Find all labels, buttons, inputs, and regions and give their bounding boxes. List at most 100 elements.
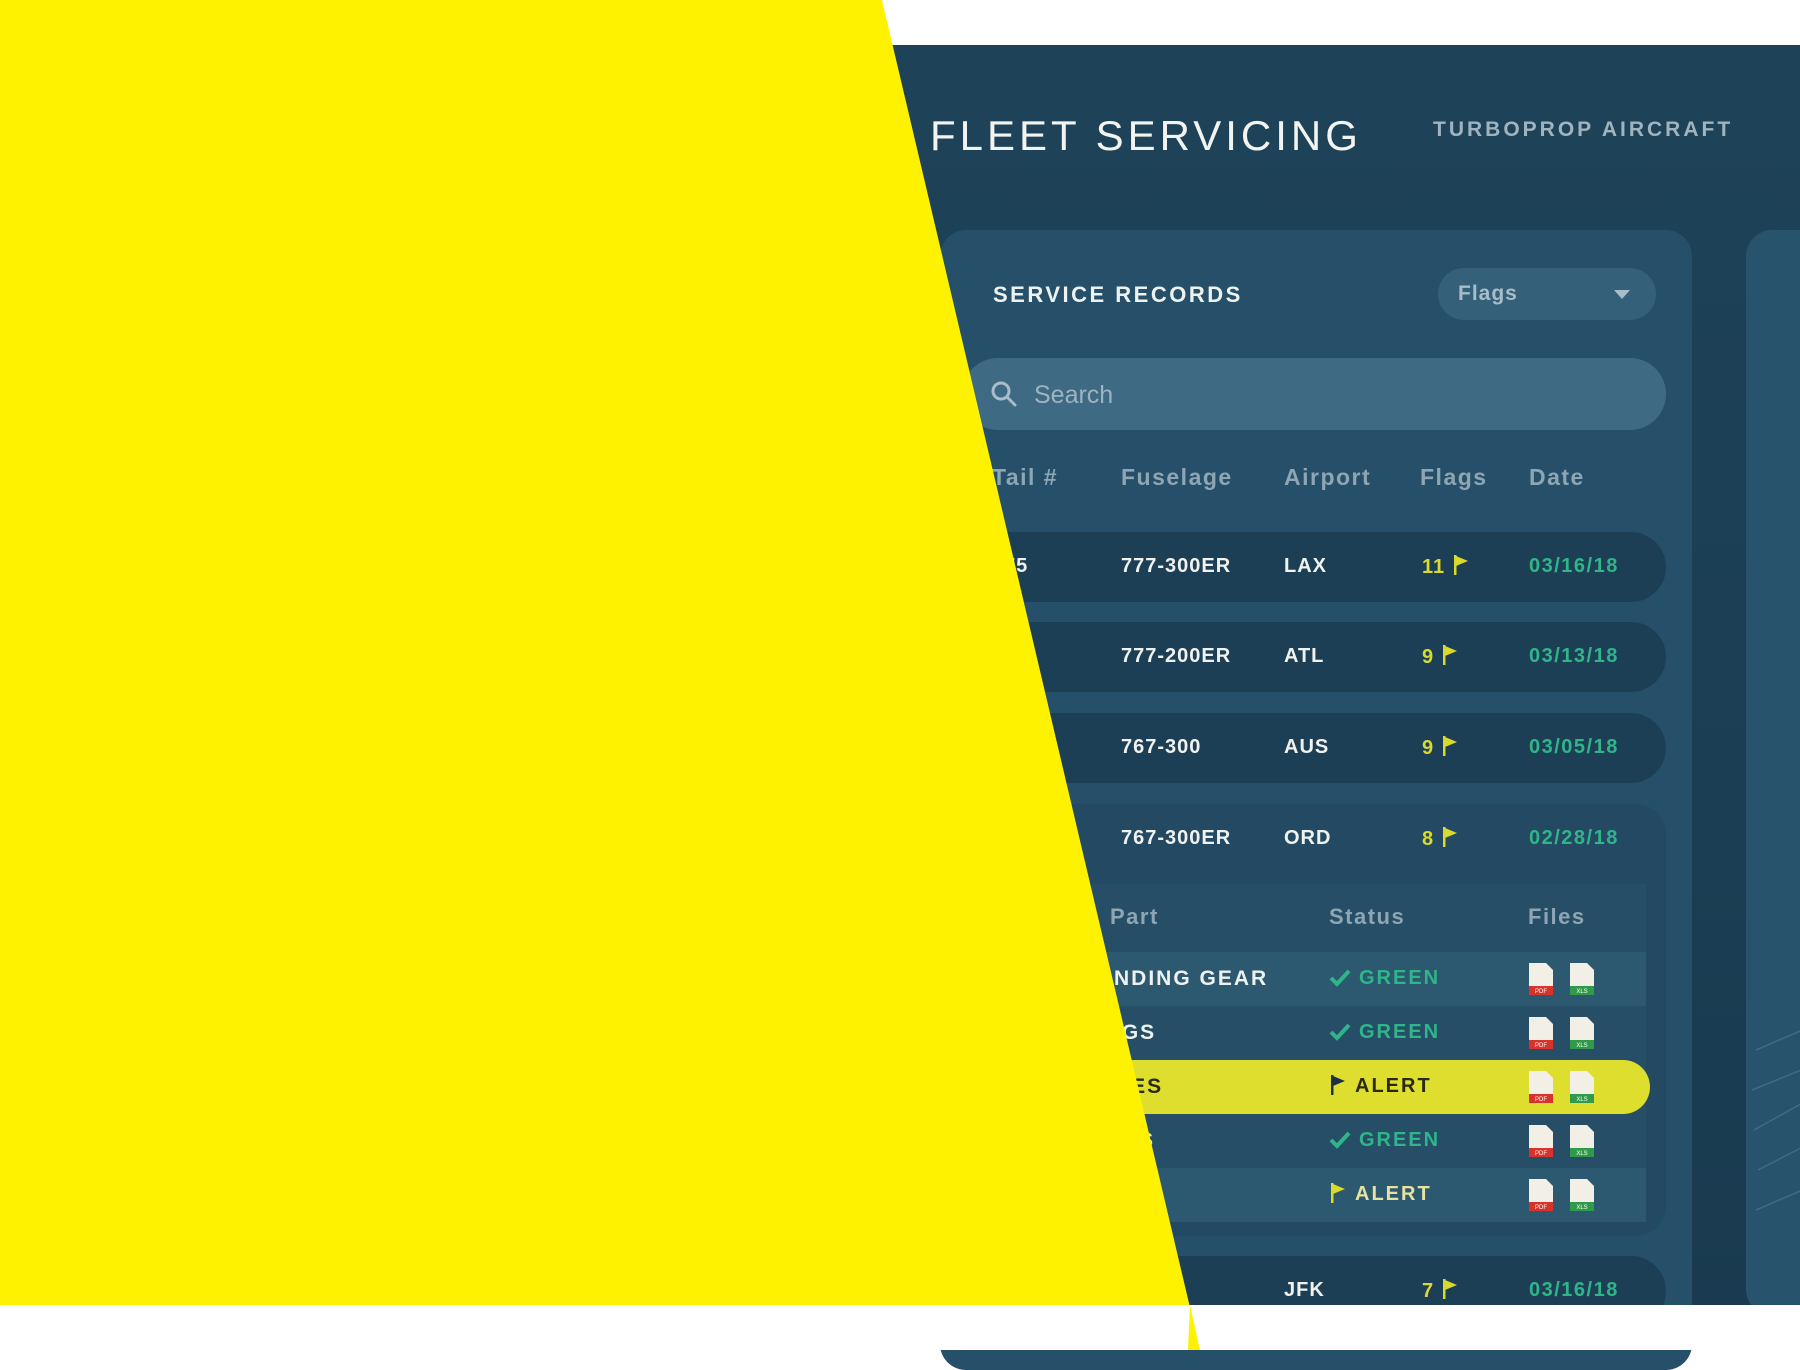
- xls-label: XLS: [1576, 1043, 1587, 1049]
- record-row[interactable]: 767-300 AUS 9 03/05/18: [962, 713, 1666, 783]
- part-name: NES: [1114, 1075, 1164, 1098]
- airport: LAX: [1284, 555, 1327, 577]
- pdf-file-icon[interactable]: PDF: [1528, 1124, 1554, 1158]
- tail-number: 75: [1004, 555, 1029, 577]
- column-header-airport[interactable]: Airport: [1284, 464, 1371, 491]
- part-status: GREEN: [1329, 1021, 1440, 1044]
- flag-count-value: 9: [1422, 646, 1435, 668]
- chevron-down-icon: [1614, 290, 1630, 299]
- part-status-label: ALERT: [1355, 1075, 1432, 1097]
- flag-icon: [1454, 555, 1469, 575]
- xls-file-icon[interactable]: XLS: [1569, 1070, 1595, 1104]
- service-date: 03/16/18: [1529, 555, 1619, 577]
- panel-title: SERVICE RECORDS: [993, 282, 1243, 307]
- search-bar[interactable]: [962, 358, 1666, 430]
- flag-count: 9: [1422, 645, 1458, 669]
- fuselage: 777-200ER: [1121, 645, 1232, 667]
- service-date: 03/16/18: [1529, 1279, 1619, 1301]
- xls-label: XLS: [1576, 1097, 1587, 1103]
- flag-icon: [1443, 827, 1458, 847]
- flag-count-value: 9: [1422, 737, 1435, 759]
- part-row[interactable]: ALERT PDF XLS: [962, 1168, 1646, 1222]
- screenshot: FLEET SERVICING TURBOPROP AIRCRAFT SERVI…: [0, 0, 1800, 1370]
- tail-number: 3: [1004, 645, 1017, 667]
- part-status-label: GREEN: [1359, 1021, 1441, 1043]
- part-status-label: ALERT: [1355, 1183, 1432, 1205]
- xls-label: XLS: [1576, 1205, 1587, 1211]
- pdf-file-icon[interactable]: PDF: [1528, 1016, 1554, 1050]
- airport: JFK: [1284, 1279, 1325, 1301]
- flag-count: 9: [1422, 736, 1458, 760]
- column-header-part: Part: [1110, 904, 1159, 929]
- flag-icon: [1331, 1183, 1345, 1203]
- fuselage: 767-300: [1121, 736, 1202, 758]
- decorative-lines: [1751, 1030, 1800, 1211]
- flag-count-value: 7: [1422, 1280, 1435, 1302]
- flag-icon: [1443, 645, 1458, 665]
- part-name: IGS: [1114, 1021, 1157, 1044]
- record-row[interactable]: 75 777-300ER LAX 11 03/16/18: [962, 532, 1666, 602]
- fuselage: 777-300ER: [1121, 555, 1232, 577]
- part-row[interactable]: ICS GREEN PDF XLS: [962, 1114, 1646, 1168]
- fuselage: 0ER: [1121, 1279, 1163, 1301]
- airport: AUS: [1284, 736, 1330, 758]
- flag-count-value: 8: [1422, 828, 1435, 850]
- pdf-label: PDF: [1535, 1151, 1547, 1157]
- pdf-label: PDF: [1535, 1043, 1547, 1049]
- column-header-date[interactable]: Date: [1529, 464, 1585, 491]
- column-header-tail[interactable]: Tail #: [992, 464, 1058, 491]
- pdf-label: PDF: [1535, 1205, 1547, 1211]
- check-icon: [1329, 1023, 1351, 1041]
- column-header-fuselage[interactable]: Fuselage: [1121, 464, 1233, 491]
- pdf-file-icon[interactable]: PDF: [1528, 962, 1554, 996]
- part-status: GREEN: [1329, 967, 1440, 990]
- flag-icon: [1331, 1075, 1345, 1095]
- part-row[interactable]: NDING GEAR GREEN PDF XLS: [962, 952, 1646, 1006]
- part-status-label: GREEN: [1359, 1129, 1441, 1151]
- service-date: 02/28/18: [1529, 827, 1619, 849]
- xls-label: XLS: [1576, 989, 1587, 995]
- search-icon: [991, 381, 1017, 407]
- part-row-highlighted[interactable]: NES ALERT PDF XLS: [962, 1060, 1650, 1114]
- airport: ORD: [1284, 827, 1332, 849]
- xls-file-icon[interactable]: XLS: [1569, 1016, 1595, 1050]
- check-icon: [1329, 969, 1351, 987]
- part-name: ICS: [1114, 1129, 1156, 1152]
- service-date: 03/13/18: [1529, 645, 1619, 667]
- check-icon: [1329, 1131, 1351, 1149]
- pdf-label: PDF: [1535, 989, 1547, 995]
- column-header-flags[interactable]: Flags: [1420, 464, 1488, 491]
- airport: ATL: [1284, 645, 1325, 667]
- part-status: GREEN: [1329, 1129, 1440, 1152]
- xls-file-icon[interactable]: XLS: [1569, 1124, 1595, 1158]
- pdf-label: PDF: [1535, 1097, 1547, 1103]
- xls-file-icon[interactable]: XLS: [1569, 1178, 1595, 1212]
- pdf-file-icon[interactable]: PDF: [1528, 1070, 1554, 1104]
- flag-icon: [1443, 1279, 1458, 1299]
- xls-file-icon[interactable]: XLS: [1569, 962, 1595, 996]
- record-row-expanded[interactable]: 767-300ER ORD 8 02/28/18 Part Status Fil…: [962, 804, 1666, 1236]
- fuselage: 767-300ER: [1121, 827, 1232, 849]
- part-name: NDING GEAR: [1114, 967, 1269, 990]
- xls-label: XLS: [1576, 1151, 1587, 1157]
- flag-count-value: 11: [1422, 556, 1446, 578]
- record-row[interactable]: 3 777-200ER ATL 9 03/13/18: [962, 622, 1666, 692]
- right-panel: [1746, 230, 1800, 1315]
- flag-count: 7: [1422, 1279, 1458, 1303]
- part-row[interactable]: IGS GREEN PDF XLS: [962, 1006, 1646, 1060]
- pdf-file-icon[interactable]: PDF: [1528, 1178, 1554, 1212]
- app-title: FLEET SERVICING: [930, 112, 1362, 159]
- part-status: ALERT: [1329, 1075, 1432, 1098]
- flag-count: 8: [1422, 827, 1458, 851]
- dropdown-selected-value: Flags: [1458, 282, 1518, 305]
- parts-detail-table: Part Status Files NDING GEAR GREEN PDF X…: [962, 884, 1650, 1222]
- part-status-label: GREEN: [1359, 967, 1441, 989]
- service-date: 03/05/18: [1529, 736, 1619, 758]
- part-status: ALERT: [1329, 1183, 1432, 1206]
- flags-filter-dropdown[interactable]: Flags: [1438, 268, 1656, 320]
- column-header-status: Status: [1329, 904, 1406, 929]
- search-input[interactable]: [1032, 372, 1636, 418]
- app-subtitle: TURBOPROP AIRCRAFT: [1433, 118, 1734, 141]
- bottom-white-strip: [0, 1305, 1800, 1350]
- flag-count: 11: [1422, 555, 1469, 579]
